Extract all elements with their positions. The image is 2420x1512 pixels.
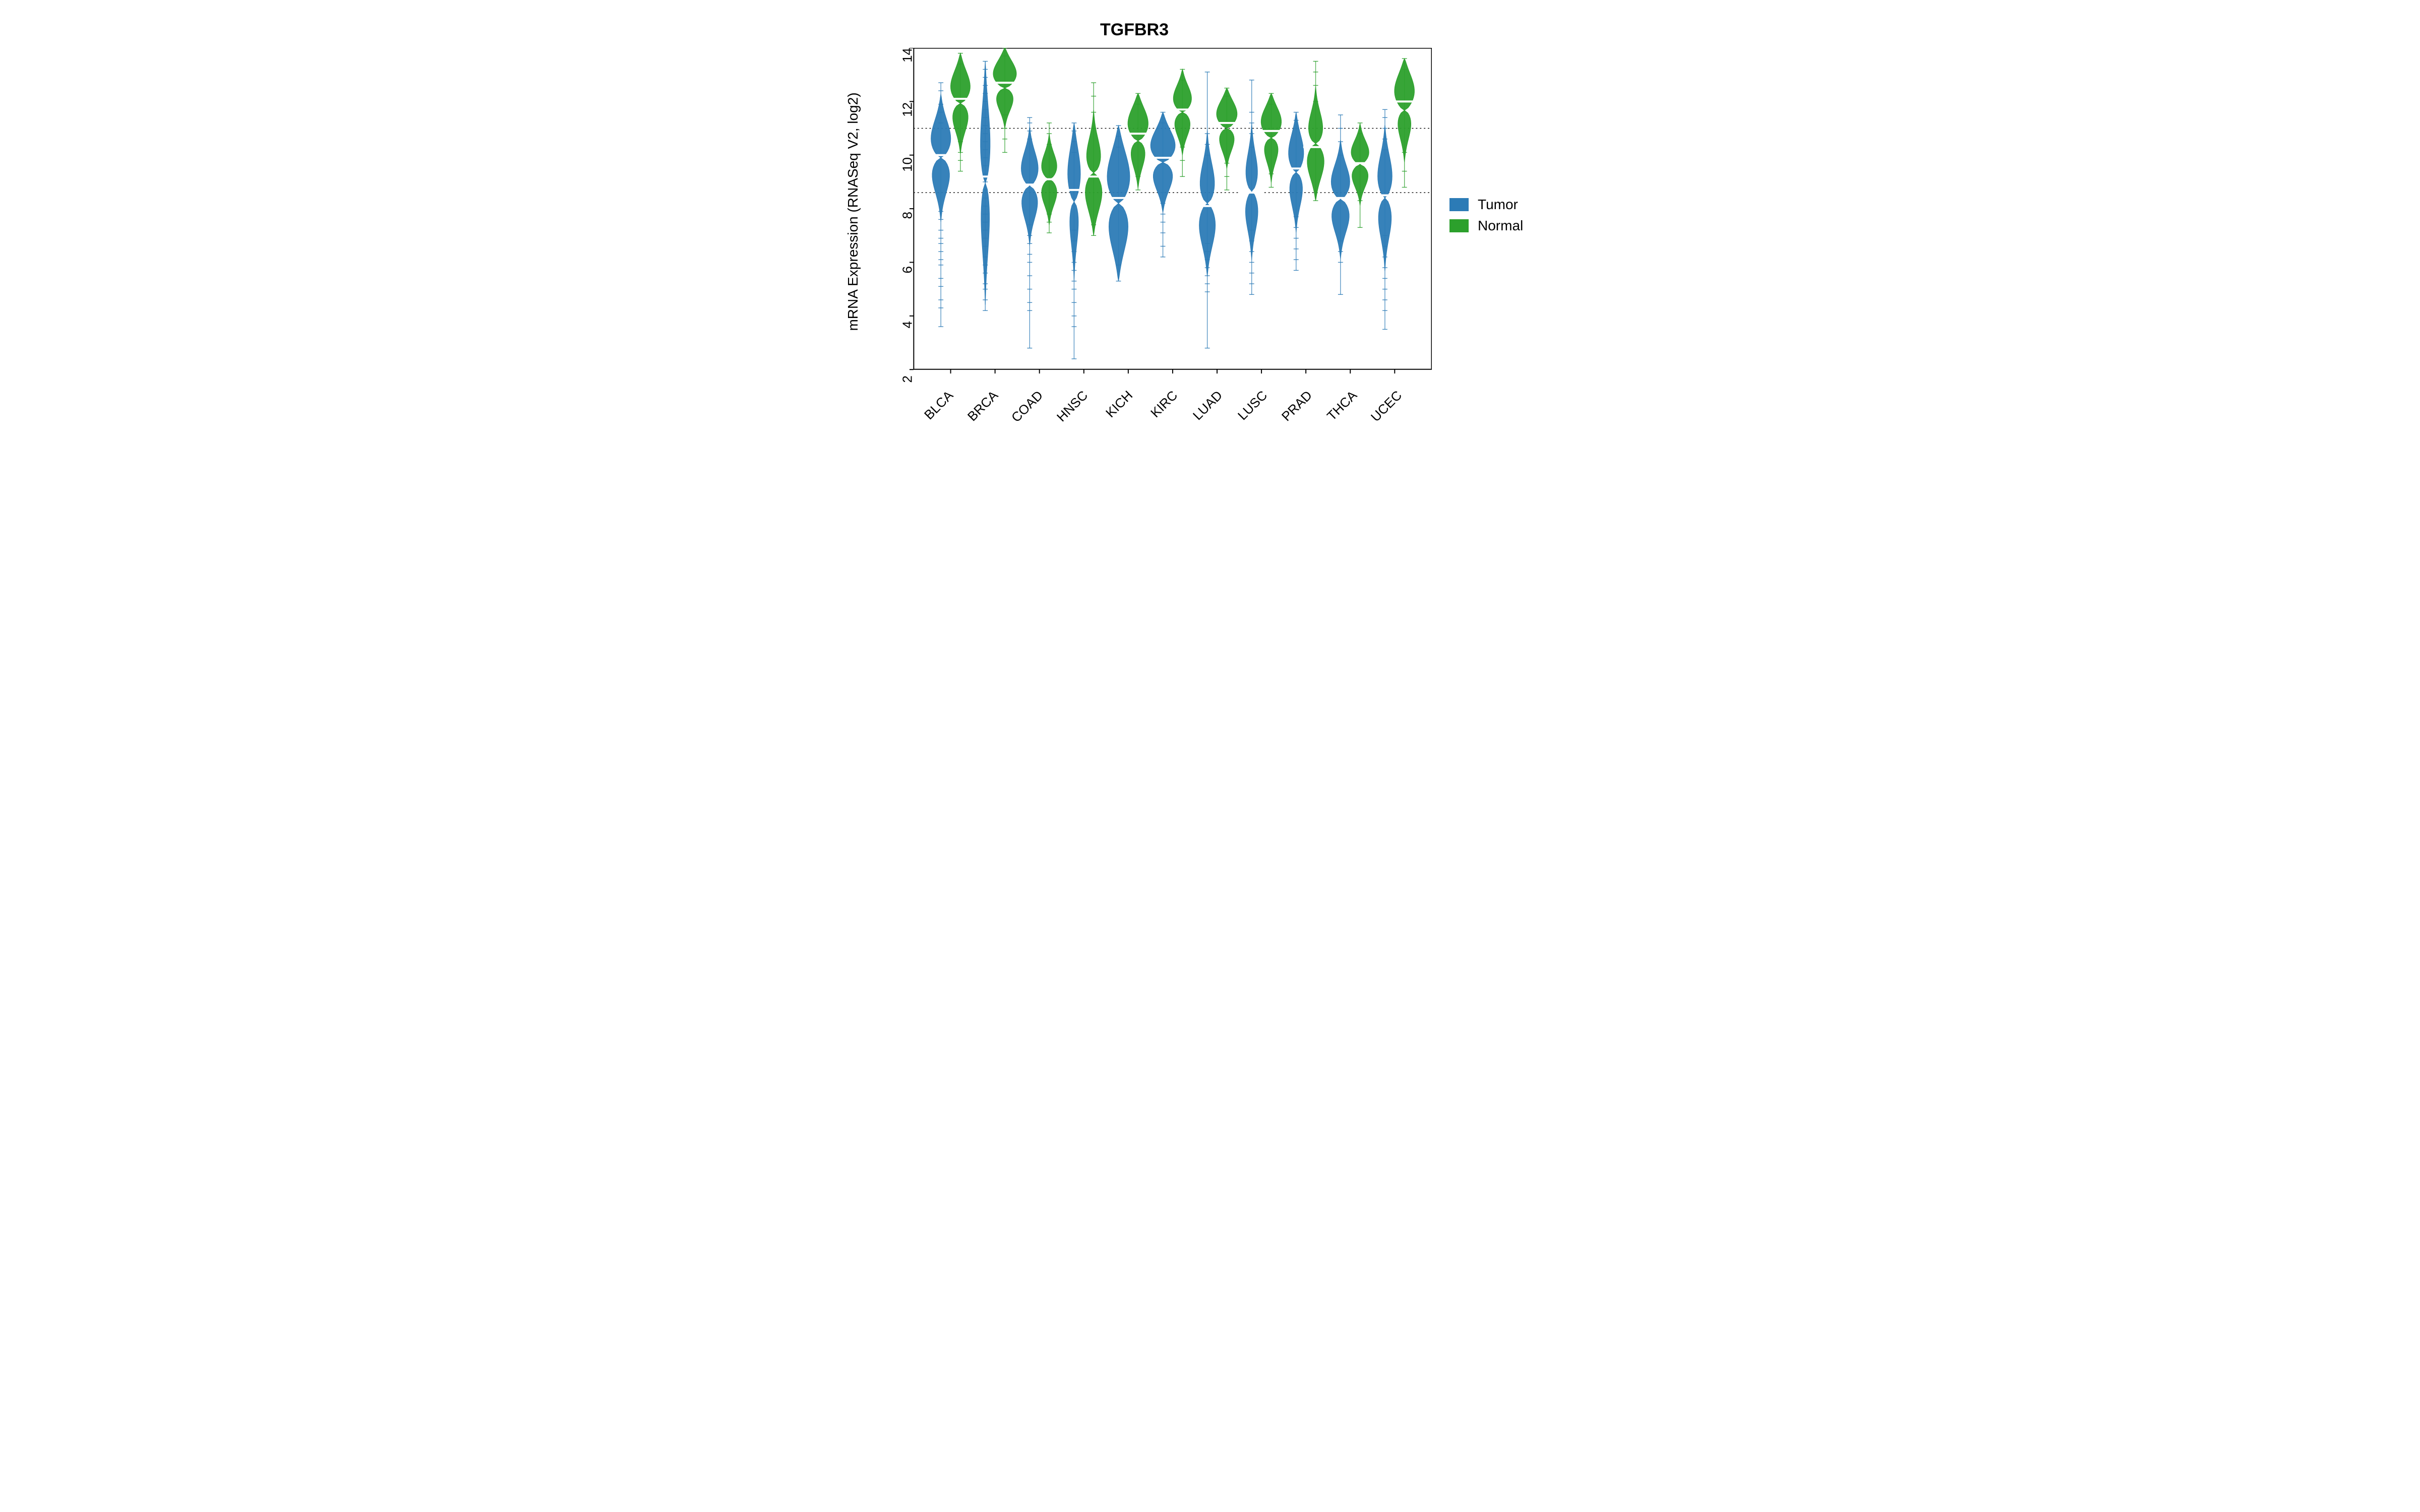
x-tick-label: LUAD xyxy=(1190,388,1226,423)
x-tick-label: THCA xyxy=(1324,388,1360,424)
x-tick-label: BLCA xyxy=(921,388,956,423)
legend-label-tumor: Tumor xyxy=(1478,197,1518,213)
legend: Tumor Normal xyxy=(1449,192,1565,239)
x-tick-label: PRAD xyxy=(1279,388,1315,424)
legend-label-normal: Normal xyxy=(1478,218,1523,234)
legend-swatch-normal xyxy=(1449,219,1469,232)
chart-stage: TGFBR3 mRNA Expression (RNASeq V2, log2)… xyxy=(837,0,1583,466)
x-tick-label: UCEC xyxy=(1368,388,1405,425)
x-tick-label: KICH xyxy=(1103,388,1136,421)
legend-swatch-tumor xyxy=(1449,198,1469,211)
plot-wrap xyxy=(908,48,1432,375)
x-tick-label: HNSC xyxy=(1054,388,1091,425)
y-axis-ticks: 2468101214 xyxy=(880,48,908,375)
x-tick-label: LUSC xyxy=(1235,388,1270,423)
x-tick-label: BRCA xyxy=(964,388,1001,424)
plot-svg xyxy=(908,48,1432,375)
y-axis-label-wrap: mRNA Expression (RNASeq V2, log2) xyxy=(843,48,863,375)
legend-row-tumor: Tumor xyxy=(1449,197,1565,213)
x-tick-label: COAD xyxy=(1008,388,1046,425)
chart-title: TGFBR3 xyxy=(837,20,1432,40)
x-tick-label: KIRC xyxy=(1147,388,1181,421)
x-axis-ticks: BLCABRCACOADHNSC KICH KIRC LUAD LUSC PRADTHCA… xyxy=(908,381,1432,456)
legend-row-normal: Normal xyxy=(1449,218,1565,234)
y-axis-label: mRNA Expression (RNASeq V2, log2) xyxy=(845,92,861,331)
